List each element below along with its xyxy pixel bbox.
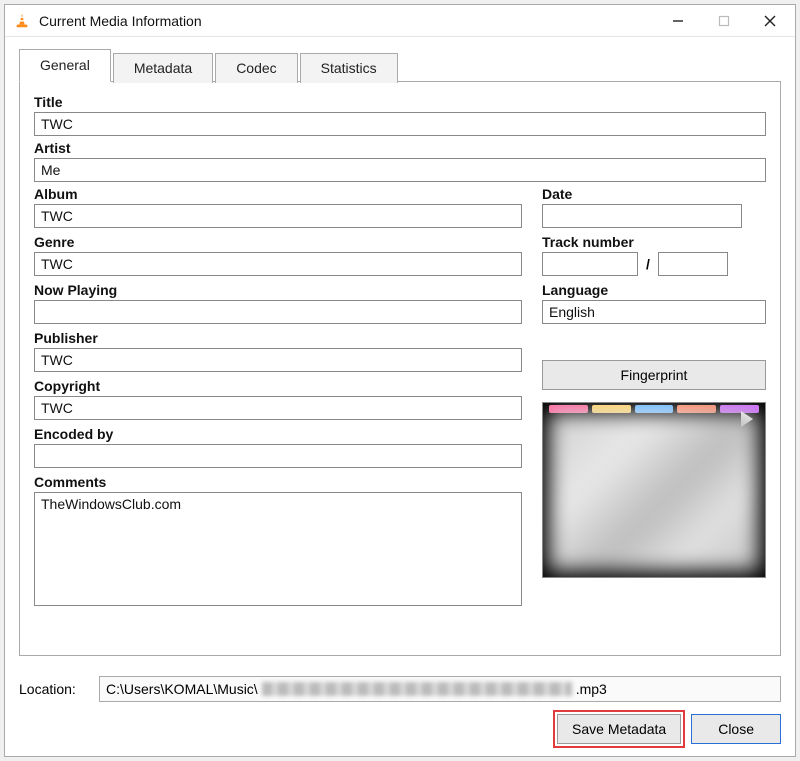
window-controls (655, 5, 793, 36)
tab-statistics[interactable]: Statistics (300, 53, 398, 83)
vlc-cone-icon (13, 12, 31, 30)
footer: Location: C:\Users\KOMAL\Music\ .mp3 Sav… (5, 666, 795, 756)
fingerprint-button[interactable]: Fingerprint (542, 360, 766, 390)
artist-label: Artist (34, 140, 766, 156)
titlebar: Current Media Information (5, 5, 795, 37)
artist-input[interactable] (34, 158, 766, 182)
language-label: Language (542, 282, 766, 298)
genre-label: Genre (34, 234, 522, 250)
media-info-window: Current Media Information General Metada… (4, 4, 796, 757)
copyright-label: Copyright (34, 378, 522, 394)
title-label: Title (34, 94, 766, 110)
date-input[interactable] (542, 204, 742, 228)
save-metadata-button[interactable]: Save Metadata (557, 714, 681, 744)
track-number-input[interactable] (542, 252, 638, 276)
title-input[interactable] (34, 112, 766, 136)
now-playing-input[interactable] (34, 300, 522, 324)
content-area: General Metadata Codec Statistics Title … (5, 37, 795, 666)
date-label: Date (542, 186, 766, 202)
comments-textarea[interactable] (34, 492, 522, 606)
track-number-label: Track number (542, 234, 766, 250)
tab-strip: General Metadata Codec Statistics (19, 49, 781, 82)
comments-label: Comments (34, 474, 522, 490)
location-label: Location: (19, 681, 89, 697)
album-label: Album (34, 186, 522, 202)
track-separator: / (644, 256, 652, 272)
location-path-suffix: .mp3 (576, 681, 607, 697)
close-window-button[interactable] (747, 5, 793, 36)
encoded-by-label: Encoded by (34, 426, 522, 442)
cover-art-thumbnail[interactable] (542, 402, 766, 578)
close-button[interactable]: Close (691, 714, 781, 744)
tab-codec[interactable]: Codec (215, 53, 297, 83)
tab-metadata[interactable]: Metadata (113, 53, 213, 83)
now-playing-label: Now Playing (34, 282, 522, 298)
general-panel: Title Artist Album Genre (19, 81, 781, 656)
publisher-input[interactable] (34, 348, 522, 372)
track-total-input[interactable] (658, 252, 728, 276)
encoded-by-input[interactable] (34, 444, 522, 468)
tab-general[interactable]: General (19, 49, 111, 82)
genre-input[interactable] (34, 252, 522, 276)
minimize-button[interactable] (655, 5, 701, 36)
maximize-button[interactable] (701, 5, 747, 36)
location-path-prefix: C:\Users\KOMAL\Music\ (106, 681, 258, 697)
location-input[interactable]: C:\Users\KOMAL\Music\ .mp3 (99, 676, 781, 702)
copyright-input[interactable] (34, 396, 522, 420)
album-input[interactable] (34, 204, 522, 228)
window-title: Current Media Information (39, 13, 655, 29)
location-redacted-region (262, 682, 572, 696)
language-input[interactable] (542, 300, 766, 324)
publisher-label: Publisher (34, 330, 522, 346)
